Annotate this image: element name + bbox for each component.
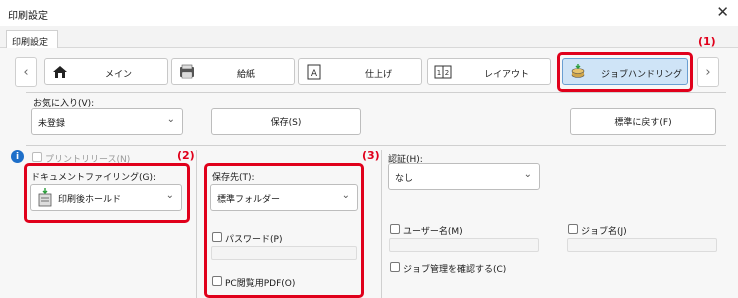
callout-3: (3) (362, 149, 380, 162)
job-handling-icon (38, 188, 52, 207)
category-label: メイン (105, 70, 133, 80)
chevron-left-icon: ‹ (23, 64, 29, 80)
window-title: 印刷設定 (8, 11, 48, 22)
divider (196, 150, 197, 298)
svg-text:1: 1 (437, 69, 441, 77)
prev-category-button[interactable]: ‹ (15, 57, 37, 87)
chevron-down-icon: ⌄ (165, 190, 174, 201)
restore-defaults-button[interactable]: 標準に戻す(F) (570, 108, 716, 135)
authentication-value: なし (395, 174, 414, 184)
category-label: ジョブハンドリング (601, 70, 683, 80)
password-checkbox[interactable] (212, 232, 222, 242)
category-label: 仕上げ (365, 70, 393, 80)
chevron-down-icon: ⌄ (523, 169, 532, 180)
jobname-field[interactable] (567, 238, 717, 252)
favorites-value: 未登録 (38, 119, 66, 129)
username-label: ユーザー名(M) (403, 227, 463, 237)
category-label: レイアウト (484, 70, 530, 80)
separator (26, 145, 726, 146)
document-filing-label: ドキュメントファイリング(G): (31, 173, 157, 183)
document-filing-select[interactable]: 印刷後ホールド ⌄ (30, 184, 182, 211)
username-field[interactable] (389, 238, 539, 252)
divider (381, 150, 382, 298)
separator (26, 92, 726, 93)
authentication-select[interactable]: なし ⌄ (388, 163, 540, 190)
printer-paper-icon (180, 64, 194, 79)
category-main-button[interactable]: メイン (44, 58, 168, 85)
callout-2: (2) (177, 149, 195, 162)
print-release-checkbox[interactable] (32, 152, 42, 162)
info-icon: i (11, 150, 24, 163)
save-destination-select[interactable]: 標準フォルダー ⌄ (210, 184, 358, 211)
chevron-down-icon: ⌄ (341, 190, 350, 201)
svg-text:2: 2 (445, 69, 449, 77)
close-icon[interactable]: ✕ (716, 3, 729, 21)
password-field[interactable] (211, 246, 357, 260)
password-label: パスワード(P) (225, 235, 283, 245)
category-layout-button[interactable]: 1 2 レイアウト (427, 58, 551, 85)
title-bar: 印刷設定 ✕ (0, 0, 738, 26)
confirm-job-checkbox[interactable] (390, 262, 400, 272)
finishing-icon: A (307, 64, 321, 80)
tab-print-settings[interactable]: 印刷設定 (6, 30, 58, 49)
document-filing-value: 印刷後ホールド (58, 195, 122, 205)
pc-pdf-label: PC閲覧用PDF(O) (225, 279, 296, 289)
jobname-checkbox[interactable] (568, 224, 578, 234)
save-destination-value: 標準フォルダー (217, 195, 281, 205)
next-category-button[interactable]: › (697, 57, 719, 87)
chevron-down-icon: ⌄ (166, 114, 175, 125)
favorites-select[interactable]: 未登録 ⌄ (31, 108, 183, 135)
save-destination-label: 保存先(T): (212, 173, 255, 183)
jobname-label: ジョブ名(J) (581, 227, 627, 237)
callout-1: (1) (698, 35, 716, 48)
tab-label: 印刷設定 (12, 38, 49, 48)
chevron-right-icon: › (705, 64, 711, 80)
confirm-job-label: ジョブ管理を確認する(C) (403, 265, 507, 275)
category-label: 給紙 (237, 70, 256, 80)
layout-icon: 1 2 (434, 65, 452, 79)
username-checkbox[interactable] (390, 224, 400, 234)
category-finishing-button[interactable]: A 仕上げ (298, 58, 422, 85)
svg-text:A: A (311, 69, 318, 79)
save-favorites-button[interactable]: 保存(S) (211, 108, 361, 135)
pc-pdf-checkbox[interactable] (212, 276, 222, 286)
tab-strip (0, 26, 738, 48)
category-job-handling-button[interactable]: ジョブハンドリング (562, 58, 688, 85)
category-paper-button[interactable]: 給紙 (171, 58, 295, 85)
home-icon (53, 66, 67, 78)
job-handling-icon (571, 64, 585, 78)
